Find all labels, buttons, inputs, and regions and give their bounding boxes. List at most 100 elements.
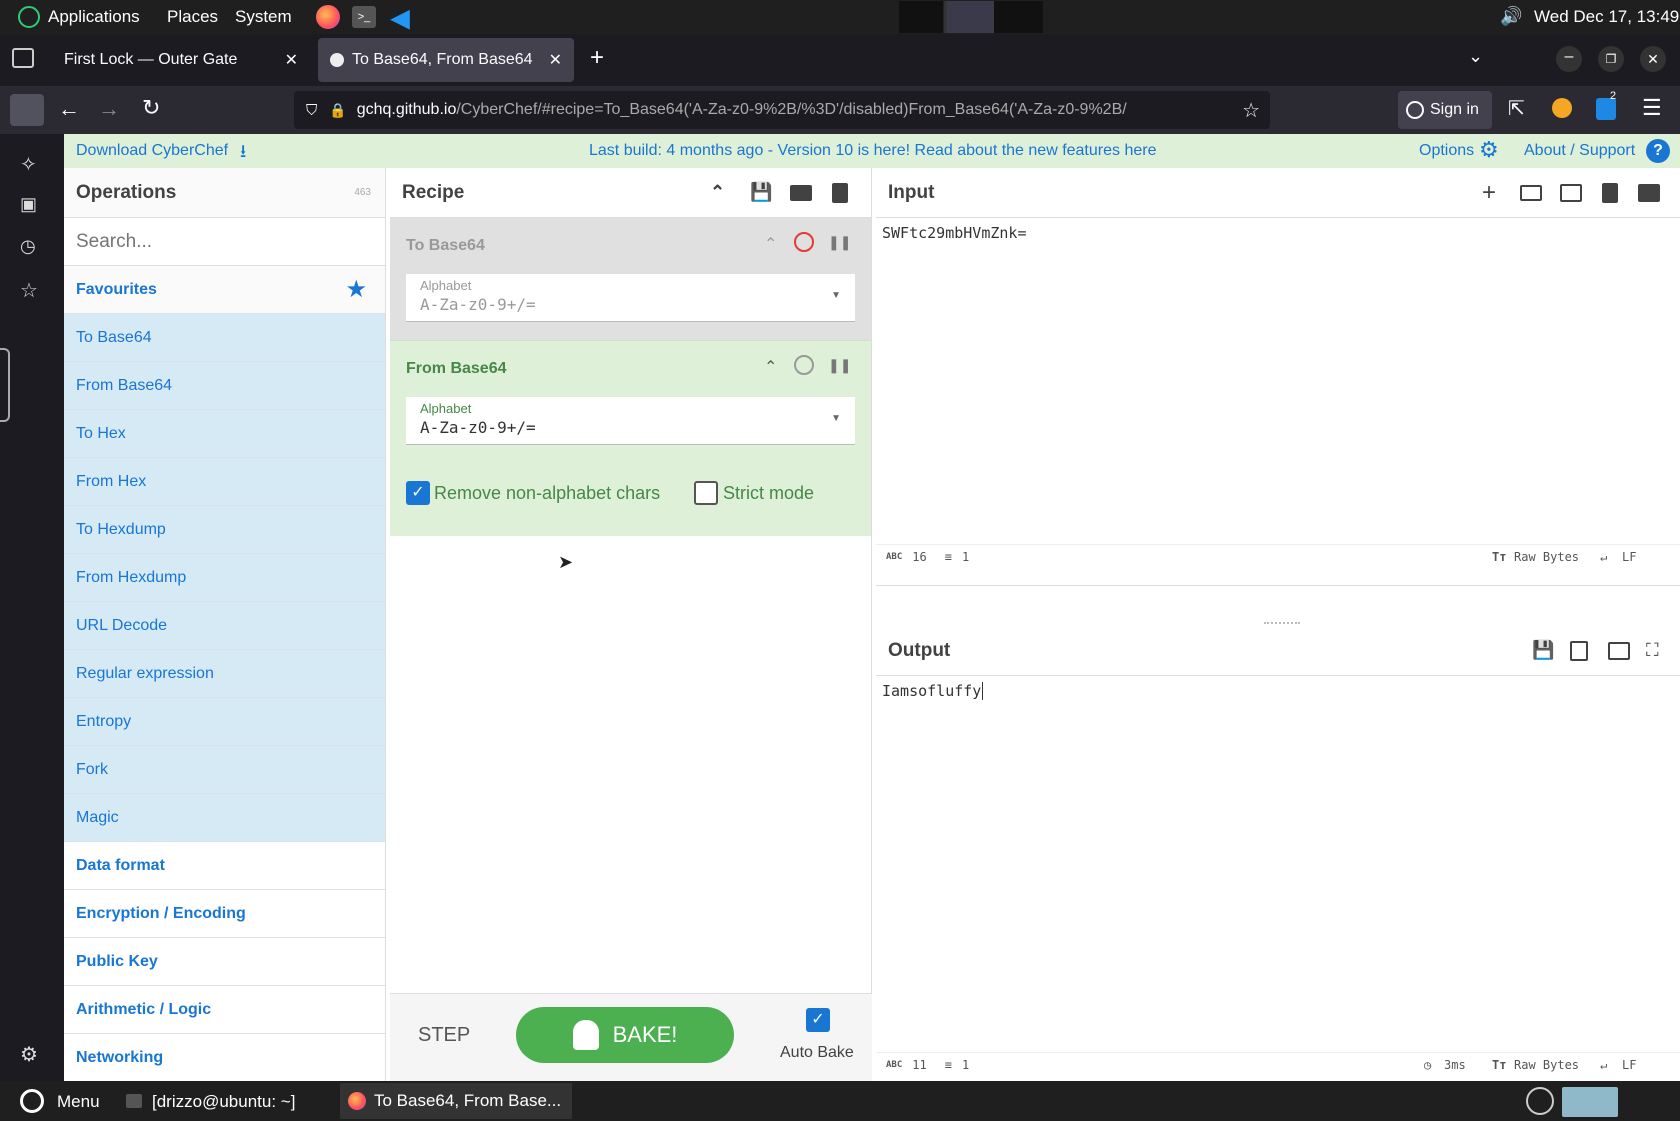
operation-item[interactable]: Entropy <box>64 698 385 746</box>
extension-orange-icon[interactable] <box>1552 98 1572 118</box>
category-item[interactable]: Data format <box>64 842 385 890</box>
clear-input-icon[interactable] <box>1602 182 1618 203</box>
chevron-up-icon[interactable]: ⌃ <box>764 357 777 377</box>
close-icon[interactable]: ✕ <box>549 50 562 70</box>
add-input-icon[interactable]: + <box>1482 179 1496 207</box>
open-folder-icon[interactable] <box>1520 184 1542 201</box>
remove-non-alpha-option[interactable]: ✓ Remove non-alphabet chars <box>406 481 660 505</box>
forward-icon[interactable]: → <box>98 96 120 122</box>
category-item[interactable]: Arithmetic / Logic <box>64 986 385 1034</box>
text-encoding-icon[interactable]: Tт <box>1492 550 1506 564</box>
terminal-launcher-icon[interactable]: >_ <box>352 6 376 28</box>
bookmarks-icon[interactable]: ☆ <box>20 278 38 303</box>
taskbar-terminal[interactable]: [drizzo@ubuntu: ~] <box>152 1092 295 1112</box>
shield-icon[interactable]: ⛉ <box>306 102 317 119</box>
maximize-icon[interactable]: ⛶ <box>1646 640 1659 661</box>
category-item[interactable]: Networking <box>64 1034 385 1081</box>
operation-item[interactable]: To Hexdump <box>64 506 385 554</box>
synced-tabs-icon[interactable]: ▣ <box>20 194 37 215</box>
taskbar-firefox[interactable]: To Base64, From Base... <box>340 1083 572 1119</box>
tab-first-lock[interactable]: First Lock — Outer Gate ✕ <box>50 38 312 82</box>
text-encoding-icon[interactable]: Tт <box>1492 1058 1506 1072</box>
input-encoding[interactable]: Raw Bytes <box>1514 550 1579 564</box>
operation-item[interactable]: To Hex <box>64 410 385 458</box>
copy-output-icon[interactable] <box>1570 640 1588 661</box>
distro-logo-icon[interactable] <box>18 6 40 28</box>
ubuntu-menu-icon[interactable] <box>20 1089 44 1113</box>
step-button[interactable]: STEP <box>418 1024 470 1047</box>
reload-icon[interactable]: ↻ <box>142 95 160 121</box>
about-support-link[interactable]: About / Support <box>1524 142 1635 160</box>
help-icon[interactable]: ? <box>1646 139 1670 163</box>
bake-button[interactable]: BAKE! <box>516 1007 734 1063</box>
download-icon[interactable]: ⭳ <box>240 139 246 169</box>
url-text[interactable]: gchq.github.io/CyberChef/#recipe=To_Base… <box>357 101 1247 119</box>
restore-icon[interactable]: ❐ <box>1598 46 1624 72</box>
input-text[interactable]: SWFtc29mbHVmZnk= <box>882 224 1027 242</box>
strict-mode-option[interactable]: Strict mode <box>694 481 814 505</box>
firefox-launcher-icon[interactable] <box>316 5 340 29</box>
output-encoding[interactable]: Raw Bytes <box>1514 1058 1579 1072</box>
extensions-icon[interactable]: ⇱ <box>1508 96 1525 121</box>
chevron-down-icon[interactable]: ⌄ <box>1468 46 1483 67</box>
hamburger-menu-icon[interactable]: ☰ <box>1642 95 1662 121</box>
clock-widget-icon[interactable] <box>1526 1087 1554 1115</box>
dropdown-arrow-icon[interactable]: ▼ <box>831 413 841 424</box>
sign-in-button[interactable]: Sign in <box>1398 91 1492 129</box>
breakpoint-icon[interactable]: ❚❚ <box>828 234 851 251</box>
checkbox-unchecked[interactable] <box>694 481 718 505</box>
build-message-link[interactable]: Last build: 4 months ago - Version 10 is… <box>589 142 1156 160</box>
disable-icon[interactable] <box>794 355 814 375</box>
sidebar-handle[interactable] <box>0 348 10 422</box>
alphabet-select[interactable]: Alphabet A-Za-z0-9+/= ▼ <box>406 397 855 445</box>
chevron-up-icon[interactable]: ⌃ <box>764 234 777 254</box>
operation-item[interactable]: Fork <box>64 746 385 794</box>
sidebar-toggle-icon[interactable] <box>10 94 44 126</box>
category-item[interactable]: Encryption / Encoding <box>64 890 385 938</box>
url-bar[interactable]: ⛉ 🔒 gchq.github.io/CyberChef/#recipe=To_… <box>294 91 1270 129</box>
alphabet-select[interactable]: Alphabet A-Za-z0-9+/= ▼ <box>406 274 855 322</box>
dropdown-arrow-icon[interactable]: ▼ <box>831 290 841 301</box>
open-file-icon[interactable] <box>1560 183 1582 202</box>
close-window-icon[interactable]: ✕ <box>1640 46 1666 72</box>
eol-icon[interactable]: ↵ <box>1600 1058 1607 1072</box>
operation-item[interactable]: From Hex <box>64 458 385 506</box>
operation-item[interactable]: URL Decode <box>64 602 385 650</box>
input-eol[interactable]: LF <box>1622 550 1636 564</box>
history-icon[interactable]: ◷ <box>20 236 36 257</box>
menu-applications[interactable]: Applications <box>48 7 140 27</box>
menu-system[interactable]: System <box>235 7 292 27</box>
back-icon[interactable]: ← <box>58 96 80 122</box>
replace-input-icon[interactable] <box>1608 641 1630 660</box>
save-output-icon[interactable]: 💾 <box>1532 640 1554 661</box>
layout-icon[interactable] <box>1638 183 1660 202</box>
collapse-all-icon[interactable]: ⌃ <box>710 182 725 203</box>
tab-list-icon[interactable] <box>12 48 34 68</box>
vscode-launcher-icon[interactable]: ◀ <box>391 4 409 33</box>
settings-gear-icon[interactable]: ⚙ <box>20 1042 38 1067</box>
search-input[interactable] <box>76 230 366 253</box>
operation-item[interactable]: To Base64 <box>64 314 385 362</box>
workspace-switcher[interactable] <box>1562 1087 1618 1117</box>
new-tab-icon[interactable]: + <box>590 44 604 72</box>
breakpoint-icon[interactable]: ❚❚ <box>828 357 851 374</box>
close-icon[interactable]: ✕ <box>285 50 298 70</box>
resize-handle[interactable] <box>1264 622 1300 625</box>
options-link[interactable]: Options <box>1419 142 1474 160</box>
operation-item[interactable]: From Hexdump <box>64 554 385 602</box>
category-favourites[interactable]: Favourites ★ <box>64 266 385 314</box>
save-recipe-icon[interactable]: 💾 <box>750 182 772 203</box>
auto-bake-checkbox[interactable]: ✓ <box>806 1008 830 1032</box>
eol-icon[interactable]: ↵ <box>1600 550 1607 564</box>
output-text[interactable]: Iamsofluffy <box>882 682 984 700</box>
operation-item[interactable]: Regular expression <box>64 650 385 698</box>
category-item[interactable]: Public Key <box>64 938 385 986</box>
checkbox-checked[interactable]: ✓ <box>406 481 430 505</box>
output-eol[interactable]: LF <box>1622 1058 1636 1072</box>
operation-item[interactable]: Magic <box>64 794 385 842</box>
disable-icon[interactable] <box>794 232 814 252</box>
clock[interactable]: Wed Dec 17, 13:49 <box>1534 7 1679 27</box>
menu-button[interactable]: Menu <box>57 1092 100 1112</box>
operation-item[interactable]: From Base64 <box>64 362 385 410</box>
load-recipe-icon[interactable] <box>790 184 812 201</box>
